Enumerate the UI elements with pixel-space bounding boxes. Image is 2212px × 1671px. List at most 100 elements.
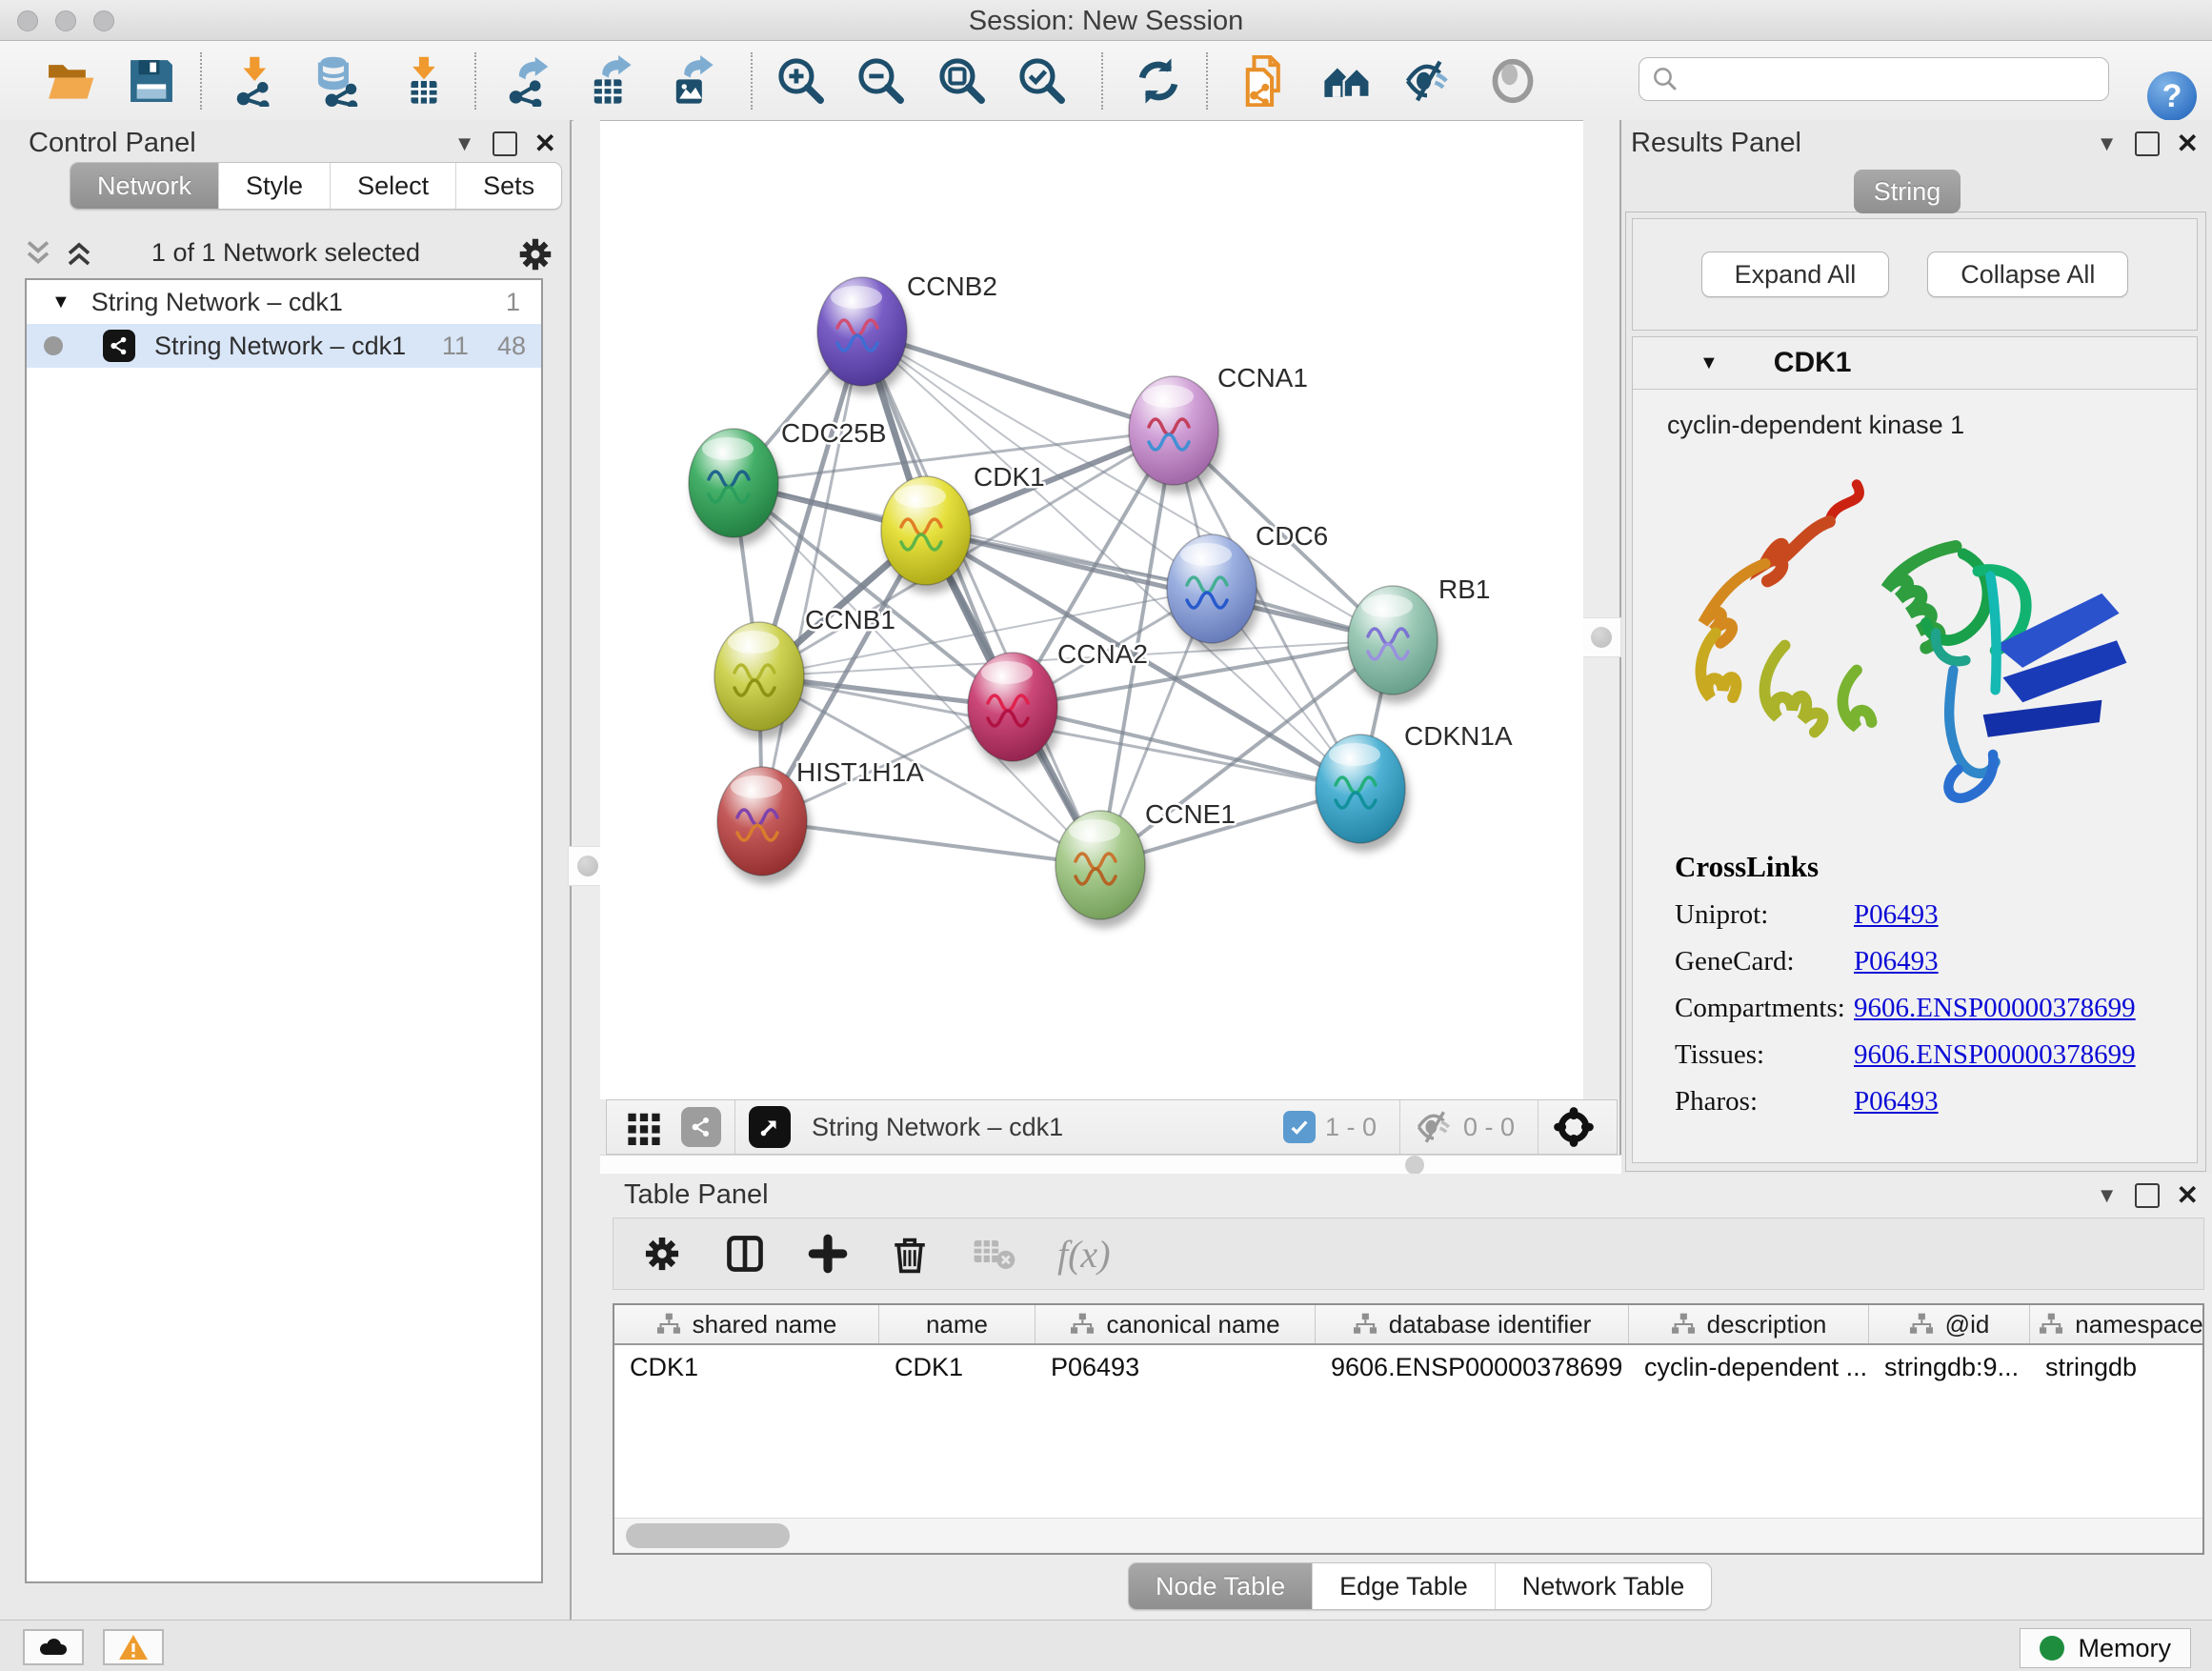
expand-all-button[interactable]: Expand All	[1701, 252, 1890, 297]
results-tab-string[interactable]: String	[1854, 170, 1961, 213]
crosslink-value-link[interactable]: 9606.ENSP00000378699	[1854, 1039, 2136, 1071]
table-options-gear-icon[interactable]	[642, 1234, 682, 1274]
tab-node-table[interactable]: Node Table	[1129, 1563, 1312, 1609]
tab-network[interactable]: Network	[70, 163, 218, 209]
control-panel-close-icon[interactable]: ✕	[534, 128, 556, 159]
results-panel-float-icon[interactable]	[2135, 131, 2160, 156]
scrollbar-thumb[interactable]	[626, 1523, 790, 1548]
crosslink-value-link[interactable]: P06493	[1854, 946, 1939, 977]
column-header-canonical-name[interactable]: canonical name	[1036, 1305, 1316, 1343]
table-cell[interactable]: 9606.ENSP00000378699	[1316, 1353, 1629, 1382]
titlebar: Session: New Session	[0, 0, 2212, 41]
tab-network-table[interactable]: Network Table	[1495, 1563, 1712, 1609]
results-panel-title: Results Panel	[1631, 128, 1801, 159]
show-columns-icon[interactable]	[724, 1233, 766, 1275]
network-row-selected[interactable]: String Network – cdk1 11 48	[27, 324, 541, 368]
left-splitter[interactable]	[573, 120, 600, 1174]
export-image-icon[interactable]	[665, 55, 716, 107]
export-table-icon[interactable]	[583, 55, 634, 107]
column-header-name[interactable]: name	[879, 1305, 1036, 1343]
control-panel-collapse-icon[interactable]: ▼	[454, 131, 475, 156]
table-horizontal-scrollbar[interactable]	[614, 1518, 2202, 1553]
results-panel-close-icon[interactable]: ✕	[2177, 128, 2199, 159]
table-row[interactable]: CDK1CDK1P064939606.ENSP00000378699cyclin…	[614, 1345, 2202, 1389]
table-panel-collapse-icon[interactable]: ▼	[2097, 1183, 2118, 1208]
save-session-icon[interactable]	[126, 55, 177, 107]
column-header-namespace[interactable]: namespace	[2030, 1305, 2204, 1343]
horizontal-splitter-handle[interactable]	[1405, 1156, 1424, 1175]
import-table-from-file-icon[interactable]	[398, 55, 450, 107]
right-splitter-handle[interactable]	[1581, 617, 1621, 657]
show-hide-graphics-icon[interactable]	[1401, 55, 1453, 107]
create-column-icon[interactable]	[808, 1234, 848, 1274]
zoom-in-icon[interactable]	[775, 55, 827, 107]
horizontal-splitter[interactable]	[600, 1155, 1621, 1175]
tab-sets[interactable]: Sets	[455, 163, 561, 209]
delete-column-icon[interactable]	[890, 1234, 930, 1274]
column-header-shared-name[interactable]: shared name	[614, 1305, 879, 1343]
current-view-dot-icon	[44, 336, 63, 355]
fit-content-icon[interactable]	[936, 55, 988, 107]
gene-section-expand-icon[interactable]: ▼	[1699, 352, 1719, 374]
table-panel-float-icon[interactable]	[2135, 1183, 2160, 1208]
tab-edge-table[interactable]: Edge Table	[1312, 1563, 1495, 1609]
control-panel-float-icon[interactable]	[493, 131, 517, 156]
right-splitter[interactable]	[1583, 120, 1621, 1174]
table-cell[interactable]: stringdb	[2030, 1353, 2204, 1382]
refresh-view-icon[interactable]	[1133, 55, 1184, 107]
search-input[interactable]	[1679, 64, 2108, 95]
crosslink-value-link[interactable]: P06493	[1854, 1086, 1939, 1117]
crosslink-label: Pharos:	[1675, 1086, 1854, 1117]
open-session-icon[interactable]	[44, 55, 95, 107]
tab-style[interactable]: Style	[218, 163, 330, 209]
grid-view-icon[interactable]	[626, 1109, 662, 1145]
collapse-all-networks-icon[interactable]	[24, 238, 52, 271]
hidden-eye-icon[interactable]	[1414, 1107, 1454, 1147]
crosslink-row: Compartments:9606.ENSP00000378699	[1675, 993, 2197, 1024]
help-icon[interactable]: ?	[2147, 71, 2197, 121]
warnings-button[interactable]	[103, 1629, 164, 1665]
network-collection-row[interactable]: ▼ String Network – cdk1 1	[27, 280, 541, 324]
search-field[interactable]	[1639, 57, 2109, 101]
table-cell[interactable]: stringdb:9...	[1869, 1353, 2030, 1382]
memory-button[interactable]: Memory	[2020, 1628, 2191, 1668]
zoom-selected-icon[interactable]	[1016, 55, 1068, 107]
table-panel-close-icon[interactable]: ✕	[2177, 1179, 2199, 1211]
toolbar-separator	[200, 52, 202, 110]
import-network-from-file-icon[interactable]	[231, 55, 282, 107]
table-cell[interactable]: CDK1	[614, 1353, 879, 1382]
table-cell[interactable]: CDK1	[879, 1353, 1036, 1382]
detach-view-icon[interactable]	[749, 1106, 791, 1148]
birdseye-toggle-icon[interactable]	[1552, 1105, 1596, 1149]
selected-checkbox-icon[interactable]	[1283, 1111, 1316, 1143]
zoom-out-icon[interactable]	[855, 55, 907, 107]
gene-section-header[interactable]: ▼ CDK1	[1633, 337, 2197, 390]
network-options-gear-icon[interactable]	[516, 235, 554, 273]
column-header-description[interactable]: description	[1629, 1305, 1869, 1343]
table-cell[interactable]: cyclin-dependent ...	[1629, 1353, 1869, 1382]
import-string-network-icon[interactable]	[1241, 55, 1293, 107]
import-network-from-database-icon[interactable]	[312, 55, 364, 107]
string-results-container: Expand All Collapse All ▼ CDK1 cyclin-de…	[1625, 211, 2206, 1172]
column-header-label: @id	[1945, 1310, 1990, 1339]
column-header-database-identifier[interactable]: database identifier	[1316, 1305, 1629, 1343]
crosslink-value-link[interactable]: P06493	[1854, 899, 1939, 931]
cloud-button[interactable]	[23, 1629, 84, 1665]
export-network-icon[interactable]	[503, 55, 554, 107]
table-header-row: shared name namecanonical namedatabase id…	[614, 1305, 2202, 1345]
column-header--id[interactable]: @id	[1869, 1305, 2030, 1343]
crosslink-label: Tissues:	[1675, 1039, 1854, 1071]
network-overview-icon[interactable]	[681, 1107, 721, 1147]
network-edge-HIST1H1A-CCNE1[interactable]	[762, 821, 1100, 865]
table-cell[interactable]: P06493	[1036, 1353, 1316, 1382]
results-panel-collapse-icon[interactable]: ▼	[2097, 131, 2118, 156]
memory-label: Memory	[2078, 1634, 2171, 1663]
tab-select[interactable]: Select	[330, 163, 455, 209]
column-header-label: shared name	[693, 1310, 837, 1339]
expand-all-networks-icon[interactable]	[65, 238, 93, 271]
network-canvas[interactable]: CCNB2CCNA1CDC25BCDK1CDC6RB1CCNB1CCNA2CDK…	[600, 121, 1583, 1099]
home-icon[interactable]	[1321, 55, 1373, 107]
collapse-all-button[interactable]: Collapse All	[1927, 252, 2128, 297]
crosslink-value-link[interactable]: 9606.ENSP00000378699	[1854, 993, 2136, 1024]
collection-expand-icon[interactable]: ▼	[51, 292, 70, 313]
